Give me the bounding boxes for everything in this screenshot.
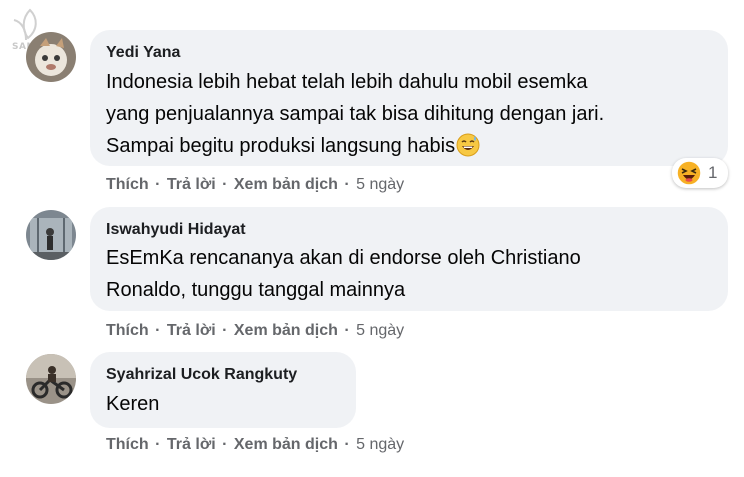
timestamp-link[interactable]: 5 ngày bbox=[356, 176, 404, 193]
commenter-name[interactable]: Yedi Yana bbox=[106, 44, 180, 62]
like-link[interactable]: Thích bbox=[106, 322, 149, 339]
avatar[interactable] bbox=[26, 210, 76, 260]
avatar[interactable] bbox=[26, 354, 76, 404]
like-link[interactable]: Thích bbox=[106, 176, 149, 193]
separator-dot: · bbox=[344, 176, 350, 193]
reaction-summary[interactable]: 1 bbox=[672, 158, 728, 188]
separator-dot: · bbox=[155, 322, 161, 339]
comment-actions: Thích · Trả lời · Xem bản dịch · 5 ngày bbox=[106, 176, 404, 194]
separator-dot: · bbox=[155, 436, 161, 453]
separator-dot: · bbox=[222, 176, 228, 193]
comment-text-line: EsEmKa rencananya akan di endorse oleh C… bbox=[106, 247, 581, 269]
separator-dot: · bbox=[344, 322, 350, 339]
reply-link[interactable]: Trả lời bbox=[167, 322, 216, 339]
see-translation-link[interactable]: Xem bản dịch bbox=[234, 322, 338, 339]
haha-reaction-icon bbox=[676, 160, 702, 186]
comment-text-line: Ronaldo, tunggu tanggal mainnya bbox=[106, 279, 406, 301]
separator-dot: · bbox=[155, 176, 161, 193]
like-link[interactable]: Thích bbox=[106, 436, 149, 453]
comment-bubble: Syahrizal Ucok Rangkuty Keren bbox=[90, 352, 356, 428]
see-translation-link[interactable]: Xem bản dịch bbox=[234, 436, 338, 453]
timestamp-link[interactable]: 5 ngày bbox=[356, 436, 404, 453]
comment-bubble: Yedi Yana Indonesia lebih hebat telah le… bbox=[90, 30, 728, 166]
comment-text-line: Keren bbox=[106, 393, 160, 415]
comment-text: Sampai begitu produksi langsung habis bbox=[106, 135, 456, 157]
comment-text-line: Indonesia lebih hebat telah lebih dahulu… bbox=[106, 71, 588, 93]
comment-text-line: Sampai begitu produksi langsung habis bbox=[106, 130, 480, 162]
comment-bubble: Iswahyudi Hidayat EsEmKa rencananya akan… bbox=[90, 207, 728, 311]
comment-actions: Thích · Trả lời · Xem bản dịch · 5 ngày bbox=[106, 436, 404, 454]
avatar[interactable] bbox=[26, 32, 76, 82]
reply-link[interactable]: Trả lời bbox=[167, 176, 216, 193]
separator-dot: · bbox=[222, 322, 228, 339]
comment-text-line: yang penjualannya sampai tak bisa dihitu… bbox=[106, 103, 605, 125]
separator-dot: · bbox=[222, 436, 228, 453]
reaction-count: 1 bbox=[708, 163, 718, 182]
commenter-name[interactable]: Iswahyudi Hidayat bbox=[106, 221, 246, 239]
timestamp-link[interactable]: 5 ngày bbox=[356, 322, 404, 339]
separator-dot: · bbox=[344, 436, 350, 453]
comment-actions: Thích · Trả lời · Xem bản dịch · 5 ngày bbox=[106, 322, 404, 340]
see-translation-link[interactable]: Xem bản dịch bbox=[234, 176, 338, 193]
grinning-sweat-emoji-icon bbox=[456, 133, 480, 157]
reply-link[interactable]: Trả lời bbox=[167, 436, 216, 453]
commenter-name[interactable]: Syahrizal Ucok Rangkuty bbox=[106, 366, 297, 384]
